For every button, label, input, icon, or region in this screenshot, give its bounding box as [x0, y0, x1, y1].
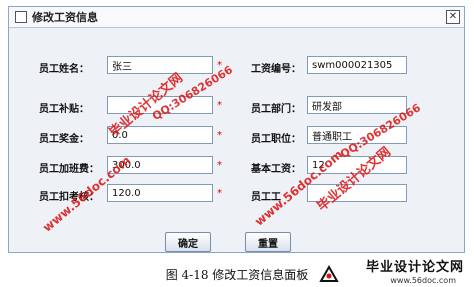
employee-allowance-field[interactable]: [107, 96, 213, 114]
employee-deduction-label: 员工扣考核：: [39, 192, 99, 203]
employee-allowance-label: 员工补贴：: [39, 104, 89, 115]
salary-id-label: 工资编号：: [251, 64, 301, 75]
required-mark: *: [217, 188, 222, 199]
position-field[interactable]: 普通职工: [307, 126, 407, 144]
site-logo-url: www.56doc.com: [390, 276, 456, 285]
close-icon: ✕: [448, 11, 458, 22]
employee-overtime-label: 员工加班费：: [39, 164, 99, 175]
employee-deduction-field[interactable]: 120.0: [107, 184, 213, 202]
required-mark: *: [217, 130, 222, 141]
reset-button[interactable]: 重置: [245, 232, 291, 252]
confirm-button[interactable]: 确定: [165, 232, 211, 252]
employee-extra-label: 员工工: [251, 192, 281, 203]
employee-name-label: 员工姓名：: [39, 64, 89, 75]
close-button[interactable]: ✕: [446, 10, 460, 24]
edit-salary-dialog: 修改工资信息 ✕ 员工姓名： 张三 * 员工补贴： * 员工奖金： 0.0 * …: [8, 6, 465, 253]
department-field[interactable]: 研发部: [307, 96, 407, 114]
site-logo-title: 毕业设计论文网: [365, 260, 464, 275]
employee-extra-field[interactable]: [307, 184, 407, 202]
title-bar[interactable]: 修改工资信息 ✕: [9, 7, 464, 28]
form-panel: 员工姓名： 张三 * 员工补贴： * 员工奖金： 0.0 * 员工加班费： 30…: [9, 28, 464, 252]
required-mark: *: [217, 160, 222, 171]
salary-id-field[interactable]: swm000021305: [307, 56, 407, 74]
required-mark: *: [217, 60, 222, 71]
base-salary-field[interactable]: 12: [307, 156, 407, 174]
base-salary-label: 基本工资：: [251, 164, 301, 175]
employee-bonus-label: 员工奖金：: [39, 134, 89, 145]
required-mark: *: [217, 100, 222, 111]
dialog-title: 修改工资信息: [32, 11, 98, 24]
employee-bonus-field[interactable]: 0.0: [107, 126, 213, 144]
employee-overtime-field[interactable]: 300.0: [107, 156, 213, 174]
department-label: 员工部门：: [251, 104, 301, 115]
site-logo-icon: [319, 265, 339, 282]
position-label: 员工职位：: [251, 134, 301, 145]
window-icon: [15, 11, 27, 23]
employee-name-field[interactable]: 张三: [107, 56, 213, 74]
